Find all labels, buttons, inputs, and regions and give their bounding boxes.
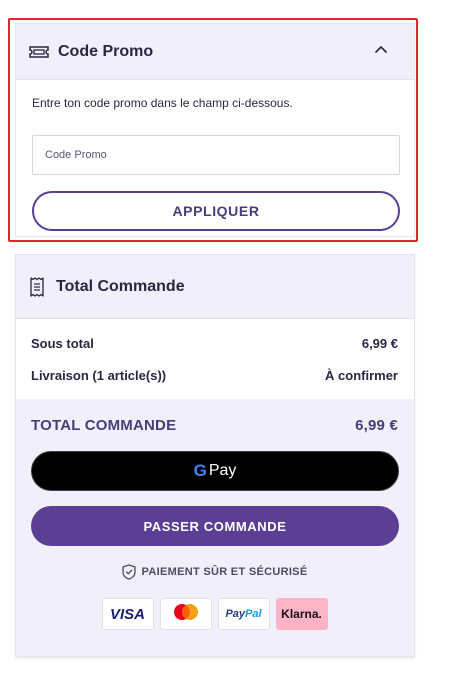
google-pay-label: Pay [208, 462, 237, 479]
klarna-logo: Klarna. [281, 607, 322, 621]
mastercard-logo-icon [170, 602, 202, 627]
visa-badge: VISA [101, 598, 154, 630]
promo-description: Entre ton code promo dans le champ ci-de… [32, 96, 293, 110]
summary-rows: Sous total 6,99 € Livraison (1 article(s… [16, 319, 414, 399]
order-total-card: Total Commande Sous total 6,99 € Livrais… [15, 254, 415, 657]
paypal-logo-part-1: Pay [225, 608, 246, 620]
promo-body: Entre ton code promo dans le champ ci-de… [16, 80, 414, 231]
subtotal-label: Sous total [31, 335, 94, 351]
grand-total-row: TOTAL COMMANDE 6,99 € [31, 399, 398, 451]
google-g-letter: G [193, 461, 207, 480]
secure-payment-label: PAIEMENT SÛR ET SÉCURISÉ [141, 566, 308, 578]
chevron-up-icon[interactable] [373, 42, 389, 58]
klarna-badge: Klarna. [275, 598, 328, 630]
paypal-logo: PayPal [225, 608, 261, 620]
google-pay-button[interactable]: G Pay [31, 451, 399, 491]
shipping-row: Livraison (1 article(s)) À confirmer [31, 359, 398, 391]
grand-total-value: 6,99 € [355, 416, 398, 434]
payment-badges: VISA PayPal Klarna. [31, 598, 398, 630]
promo-code-card: Code Promo Entre ton code promo dans le … [15, 23, 415, 237]
grand-total-section: TOTAL COMMANDE 6,99 € G Pay PASSER COMMA… [16, 399, 414, 630]
promo-code-input[interactable] [32, 135, 400, 175]
visa-logo: VISA [109, 605, 145, 623]
total-header: Total Commande [16, 255, 414, 319]
promo-title: Code Promo [58, 42, 154, 60]
subtotal-value: 6,99 € [361, 335, 398, 351]
promo-header[interactable]: Code Promo [16, 24, 414, 80]
grand-total-label: TOTAL COMMANDE [31, 416, 177, 434]
apply-button[interactable]: APPLIQUER [32, 191, 400, 231]
google-g-icon: G [194, 461, 207, 481]
place-order-button[interactable]: PASSER COMMANDE [31, 506, 399, 546]
shipping-label: Livraison (1 article(s)) [31, 367, 167, 383]
paypal-badge: PayPal [217, 598, 270, 630]
receipt-icon [28, 276, 46, 297]
ticket-icon [28, 44, 50, 60]
secure-payment-note: PAIEMENT SÛR ET SÉCURISÉ [31, 564, 398, 580]
shipping-value: À confirmer [325, 367, 398, 383]
subtotal-row: Sous total 6,99 € [31, 327, 398, 359]
paypal-logo-part-2: Pal [245, 608, 262, 620]
total-title: Total Commande [56, 277, 185, 295]
mastercard-badge [159, 598, 212, 630]
shield-check-icon [121, 564, 136, 580]
